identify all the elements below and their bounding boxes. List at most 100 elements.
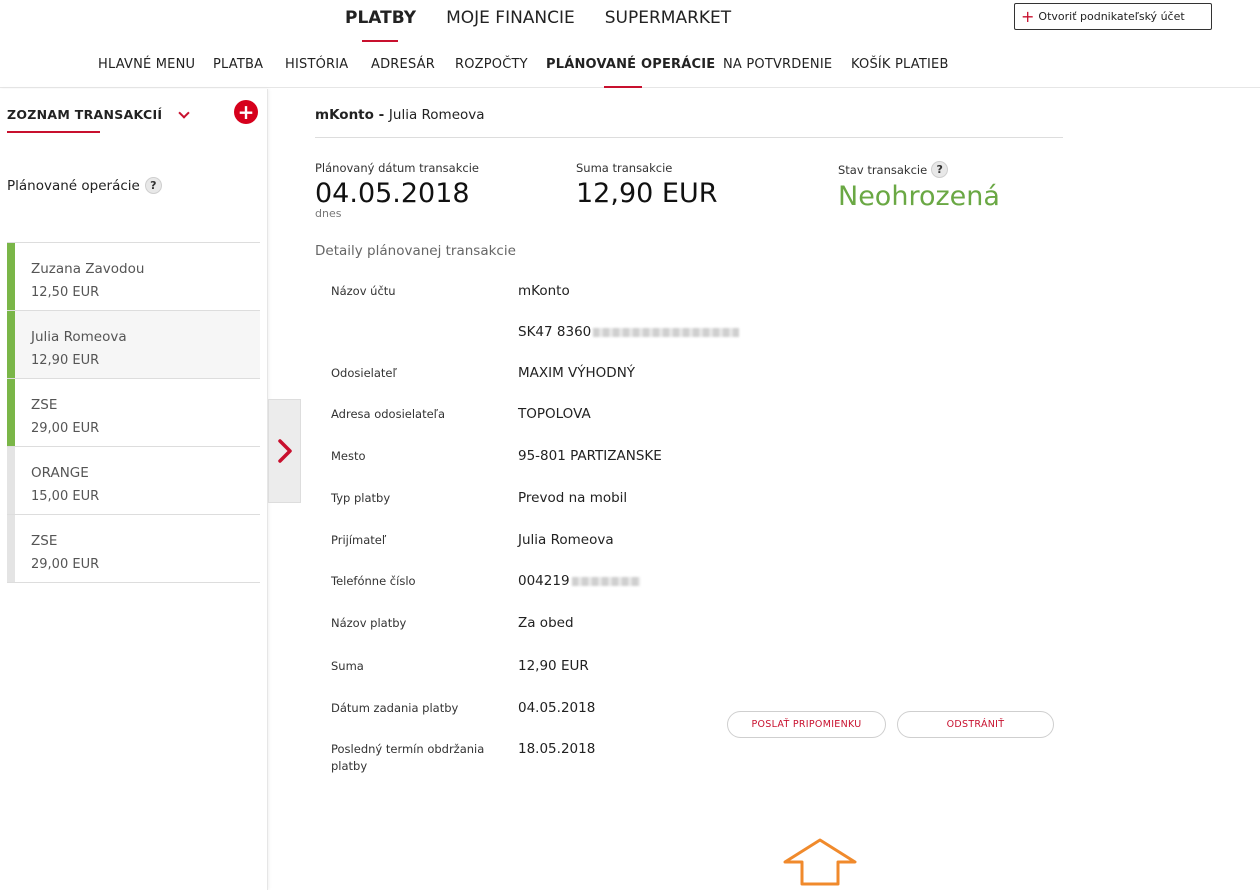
detail-key: Mesto	[331, 449, 366, 463]
tab-moje-financie[interactable]: MOJE FINANCIE	[446, 8, 575, 42]
open-business-account-label: Otvoriť podnikateľský účet	[1038, 10, 1185, 23]
detail-key: Typ platby	[331, 491, 391, 505]
transaction-name: Zuzana Zavodou	[31, 261, 145, 277]
status-bar	[7, 515, 15, 582]
detail-row: Prijímateľ Julia Romeova	[331, 532, 614, 549]
detail-value: 95-801 PARTIZANSKE	[518, 448, 662, 464]
amount-value: 12,90 EUR	[576, 178, 718, 209]
status-bar	[7, 311, 15, 378]
status-block: Stav transakcie ? Neohrozená	[838, 161, 1000, 212]
list-item[interactable]: Zuzana Zavodou 12,50 EUR	[7, 243, 260, 311]
detail-value: Za obed	[518, 615, 574, 631]
detail-value: mKonto	[518, 283, 570, 299]
status-value: Neohrozená	[838, 181, 1000, 212]
title-underline	[7, 131, 100, 133]
detail-row: Typ platby Prevod na mobil	[331, 490, 627, 507]
detail-key	[331, 324, 518, 341]
subnav-planovane-operacie[interactable]: PLÁNOVANÉ OPERÁCIE	[546, 57, 723, 88]
planned-operations-heading: Plánované operácie ?	[7, 177, 162, 194]
list-item[interactable]: Julia Romeova 12,90 EUR	[7, 311, 260, 379]
transaction-amount: 29,00 EUR	[31, 421, 100, 436]
detail-value: Julia Romeova	[518, 532, 614, 548]
subnav-rozpocty[interactable]: ROZPOČTY	[455, 57, 546, 88]
transaction-list-dropdown[interactable]: ZOZNAM TRANSAKCIÍ	[7, 106, 191, 133]
sidebar: ZOZNAM TRANSAKCIÍ + Plánované operácie ?…	[0, 89, 268, 890]
amount-block: Suma transakcie 12,90 EUR	[576, 161, 717, 209]
account-name: mKonto -	[315, 107, 389, 123]
detail-key: Prijímateľ	[331, 533, 387, 547]
detail-value: 12,90 EUR	[518, 658, 589, 674]
iban-prefix: SK47 8360	[518, 324, 592, 340]
subnav-na-potvrdenie[interactable]: NA POTVRDENIE	[723, 57, 851, 88]
masked-iban	[593, 327, 740, 337]
status-bar	[7, 379, 15, 446]
detail-row: SK47 8360	[331, 324, 740, 341]
subnav-platba[interactable]: PLATBA	[213, 57, 285, 88]
subnav-kosik-platieb[interactable]: KOŠÍK PLATIEB	[851, 57, 961, 88]
details-title: Detaily plánovanej transakcie	[315, 243, 516, 259]
status-label-row: Stav transakcie ?	[838, 161, 1000, 178]
transaction-name: ORANGE	[31, 465, 89, 481]
detail-key: Názov účtu	[331, 284, 396, 298]
planned-date-label: Plánovaný dátum transakcie	[315, 161, 479, 175]
add-transaction-button[interactable]: +	[234, 100, 258, 124]
planned-date-value: 04.05.2018	[315, 178, 470, 209]
main-tabs: PLATBY MOJE FINANCIE SUPERMARKET	[345, 8, 731, 42]
account-heading: mKonto - Julia Romeova	[315, 107, 485, 123]
transaction-name: ZSE	[31, 397, 58, 413]
detail-value-masked: 004219	[518, 573, 640, 590]
help-icon[interactable]: ?	[144, 177, 162, 194]
divider	[315, 137, 1063, 138]
list-item[interactable]: ORANGE 15,00 EUR	[7, 447, 260, 515]
detail-row: Mesto 95-801 PARTIZANSKE	[331, 448, 662, 465]
status-label: Stav transakcie	[838, 162, 928, 177]
planned-date-block: Plánovaný dátum transakcie 04.05.2018 dn…	[315, 161, 479, 220]
detail-key: Názov platby	[331, 616, 407, 630]
chevron-down-icon	[178, 106, 191, 119]
account-owner: Julia Romeova	[388, 107, 485, 123]
transaction-name: ZSE	[31, 533, 58, 549]
detail-value: MAXIM VÝHODNÝ	[518, 365, 636, 381]
open-business-account-button[interactable]: + Otvoriť podnikateľský účet	[1014, 3, 1212, 30]
detail-value: 04.05.2018	[518, 700, 596, 716]
detail-row: Adresa odosielateľa TOPOLOVA	[331, 406, 591, 423]
tab-supermarket[interactable]: SUPERMARKET	[605, 8, 731, 42]
subnav-hlavne-menu[interactable]: HLAVNÉ MENU	[98, 57, 213, 88]
transaction-list-title: ZOZNAM TRANSAKCIÍ	[7, 107, 163, 122]
detail-row: Dátum zadania platby 04.05.2018	[331, 700, 595, 717]
plus-icon: +	[1021, 6, 1035, 26]
delete-button[interactable]: ODSTRÁNIŤ	[897, 711, 1054, 738]
arrow-up-icon	[783, 838, 857, 886]
detail-value: Prevod na mobil	[518, 490, 628, 506]
detail-key: Odosielateľ	[331, 366, 397, 380]
list-item[interactable]: ZSE 29,00 EUR	[7, 515, 260, 583]
transaction-list: Zuzana Zavodou 12,50 EUR Julia Romeova 1…	[7, 242, 260, 583]
detail-key: Dátum zadania platby	[331, 701, 459, 715]
subnav-historia[interactable]: HISTÓRIA	[285, 57, 371, 88]
tab-platby[interactable]: PLATBY	[345, 8, 416, 42]
detail-value: 18.05.2018	[518, 741, 596, 757]
subnav-adresar[interactable]: ADRESÁR	[371, 57, 455, 88]
status-bar	[7, 447, 15, 514]
detail-row: Suma 12,90 EUR	[331, 658, 589, 675]
detail-key: Telefónne číslo	[331, 574, 416, 588]
transaction-amount: 15,00 EUR	[31, 489, 100, 504]
phone-prefix: 004219	[518, 573, 570, 589]
detail-row: Posledný termín obdržania platby 18.05.2…	[331, 741, 595, 775]
list-item[interactable]: ZSE 29,00 EUR	[7, 379, 260, 447]
send-reminder-button[interactable]: POSLAŤ PRIPOMIENKU	[727, 711, 886, 738]
collapse-sidebar-toggle[interactable]	[268, 399, 301, 503]
detail-value-masked: SK47 8360	[518, 324, 740, 341]
amount-label: Suma transakcie	[576, 161, 673, 175]
help-icon[interactable]: ?	[931, 161, 949, 178]
top-navigation: PLATBY MOJE FINANCIE SUPERMARKET + Otvor…	[0, 0, 1260, 88]
transaction-name: Julia Romeova	[31, 329, 127, 345]
detail-row: Názov účtu mKonto	[331, 283, 570, 300]
detail-key: Adresa odosielateľa	[331, 407, 446, 421]
masked-phone	[571, 576, 640, 586]
status-bar	[7, 243, 15, 310]
detail-value: TOPOLOVA	[518, 406, 591, 422]
chevron-right-icon	[277, 439, 292, 463]
detail-row: Odosielateľ MAXIM VÝHODNÝ	[331, 365, 635, 382]
detail-row: Názov platby Za obed	[331, 615, 574, 632]
